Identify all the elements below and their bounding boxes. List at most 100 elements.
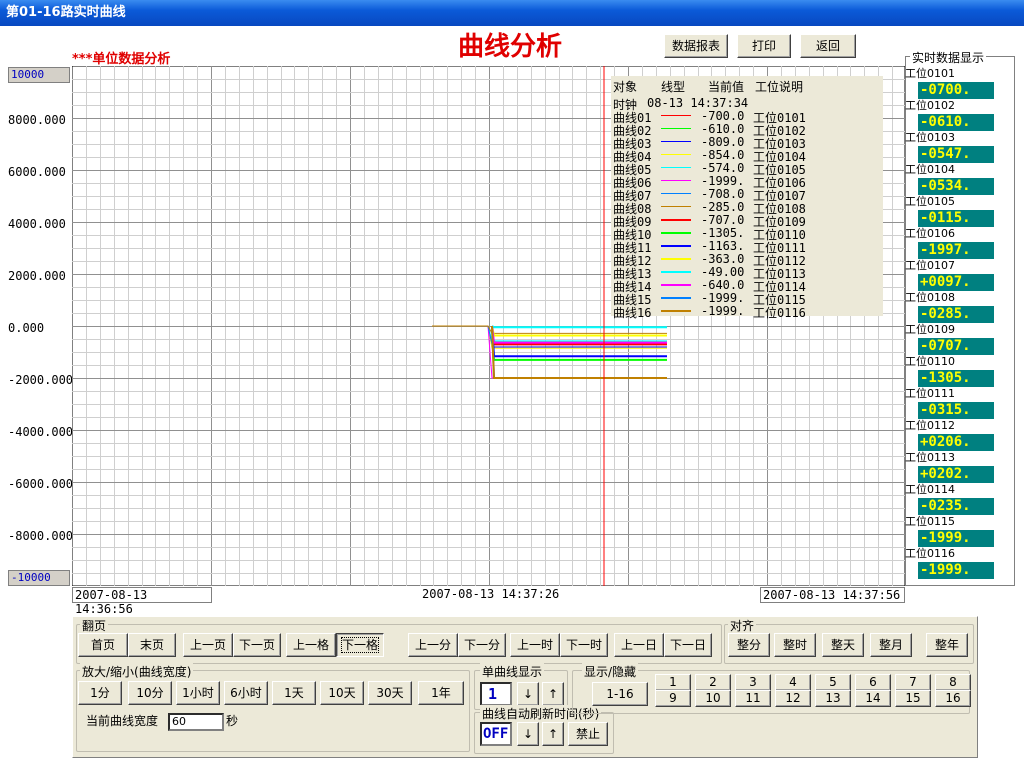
show-curve-1-button[interactable]: 1 bbox=[655, 674, 691, 691]
unit-subtitle: ***单位数据分析 bbox=[72, 52, 171, 67]
prev-minute-button[interactable]: 上一分 bbox=[408, 633, 458, 657]
show-curve-5-button[interactable]: 5 bbox=[815, 674, 851, 691]
legend-current-value: -1163. bbox=[701, 239, 745, 253]
show-curve-13-button[interactable]: 13 bbox=[815, 690, 851, 707]
realtime-station-label: 工位0101 bbox=[905, 67, 955, 80]
prev-cell-button[interactable]: 上一格 bbox=[286, 633, 336, 657]
show-curve-16-button[interactable]: 16 bbox=[935, 690, 971, 707]
legend-line-swatch bbox=[661, 193, 691, 194]
prev-hour-button[interactable]: 上一时 bbox=[510, 633, 560, 657]
show-curve-4-button[interactable]: 4 bbox=[775, 674, 811, 691]
realtime-station-label: 工位0113 bbox=[905, 451, 955, 464]
single-curve-up-button[interactable]: ↑ bbox=[542, 682, 564, 706]
legend-curve-name: 曲线16 bbox=[613, 306, 652, 320]
show-curve-9-button[interactable]: 9 bbox=[655, 690, 691, 707]
zoom-1min-button[interactable]: 1分 bbox=[78, 681, 122, 705]
realtime-station-label: 工位0115 bbox=[905, 515, 955, 528]
next-hour-button[interactable]: 下一时 bbox=[560, 633, 608, 657]
legend-line-swatch bbox=[661, 219, 691, 221]
legend-line-swatch bbox=[661, 310, 691, 312]
show-curve-14-button[interactable]: 14 bbox=[855, 690, 891, 707]
realtime-station-label: 工位0116 bbox=[905, 547, 955, 560]
y-tick-label: 2000.000 bbox=[8, 269, 66, 283]
legend-header-linetype: 线型 bbox=[661, 80, 686, 94]
next-cell-button[interactable]: 下一格 bbox=[336, 633, 384, 657]
align-minute-button[interactable]: 整分 bbox=[728, 633, 770, 657]
align-hour-button[interactable]: 整时 bbox=[774, 633, 816, 657]
zoom-1year-button[interactable]: 1年 bbox=[418, 681, 464, 705]
curve-width-label: 当前曲线宽度 bbox=[86, 714, 159, 728]
y-tick-label: -4000.000 bbox=[8, 425, 74, 439]
next-day-button[interactable]: 下一日 bbox=[664, 633, 712, 657]
window-title: 第01-16路实时曲线 bbox=[6, 5, 126, 20]
showhide-label: 显示/隐藏 bbox=[582, 663, 639, 680]
next-page-button[interactable]: 下一页 bbox=[233, 633, 281, 657]
show-curve-2-button[interactable]: 2 bbox=[695, 674, 731, 691]
curve-width-field[interactable]: 60 bbox=[168, 713, 224, 731]
refresh-stop-button[interactable]: 禁止 bbox=[568, 722, 608, 746]
single-curve-down-button[interactable]: ↓ bbox=[517, 682, 539, 706]
show-curve-11-button[interactable]: 11 bbox=[735, 690, 771, 707]
show-curve-12-button[interactable]: 12 bbox=[775, 690, 811, 707]
show-curve-8-button[interactable]: 8 bbox=[935, 674, 971, 691]
y-max-field[interactable]: 10000 bbox=[8, 67, 70, 83]
realtime-station-label: 工位0105 bbox=[905, 195, 955, 208]
next-minute-button[interactable]: 下一分 bbox=[458, 633, 506, 657]
align-day-button[interactable]: 整天 bbox=[822, 633, 864, 657]
legend-line-swatch bbox=[661, 167, 691, 168]
legend-current-value: -707.0 bbox=[701, 213, 745, 227]
zoom-30day-button[interactable]: 30天 bbox=[368, 681, 412, 705]
back-button[interactable]: 返回 bbox=[800, 34, 856, 58]
y-min-field[interactable]: -10000 bbox=[8, 570, 70, 586]
legend-current-value: -285.0 bbox=[701, 200, 745, 214]
legend-clock-value: 08-13 14:37:34 bbox=[647, 96, 749, 110]
y-tick-label: 0.000 bbox=[8, 321, 45, 335]
zoom-1day-button[interactable]: 1天 bbox=[272, 681, 316, 705]
legend-line-swatch bbox=[661, 284, 691, 286]
zoom-1hour-button[interactable]: 1小时 bbox=[176, 681, 220, 705]
legend-current-value: -363.0 bbox=[701, 252, 745, 266]
single-curve-field[interactable]: 1 bbox=[480, 682, 512, 706]
data-report-button[interactable]: 数据报表 bbox=[664, 34, 728, 58]
realtime-station-label: 工位0107 bbox=[905, 259, 955, 272]
time-end-label: 2007-08-13 14:37:56 bbox=[760, 587, 905, 603]
single-curve-label: 单曲线显示 bbox=[480, 663, 545, 680]
last-page-button[interactable]: 末页 bbox=[128, 633, 176, 657]
show-curve-3-button[interactable]: 3 bbox=[735, 674, 771, 691]
prev-page-button[interactable]: 上一页 bbox=[183, 633, 233, 657]
legend-current-value: -49.00 bbox=[701, 265, 745, 279]
showhide-all-button[interactable]: 1-16 bbox=[592, 682, 648, 706]
refresh-field[interactable]: OFF bbox=[480, 722, 512, 746]
legend-current-value: -708.0 bbox=[701, 187, 745, 201]
show-curve-6-button[interactable]: 6 bbox=[855, 674, 891, 691]
curve-width-unit: 秒 bbox=[226, 714, 239, 728]
zoom-10day-button[interactable]: 10天 bbox=[320, 681, 364, 705]
show-curve-15-button[interactable]: 15 bbox=[895, 690, 931, 707]
first-page-button[interactable]: 首页 bbox=[78, 633, 128, 657]
show-curve-7-button[interactable]: 7 bbox=[895, 674, 931, 691]
realtime-station-label: 工位0111 bbox=[905, 387, 955, 400]
realtime-station-label: 工位0110 bbox=[905, 355, 955, 368]
print-button[interactable]: 打印 bbox=[737, 34, 791, 58]
legend-current-value: -1305. bbox=[701, 226, 745, 240]
refresh-up-button[interactable]: ↑ bbox=[542, 722, 564, 746]
legend-line-swatch bbox=[661, 232, 691, 234]
realtime-station-label: 工位0104 bbox=[905, 163, 955, 176]
align-month-button[interactable]: 整月 bbox=[870, 633, 912, 657]
zoom-6hour-button[interactable]: 6小时 bbox=[224, 681, 268, 705]
align-year-button[interactable]: 整年 bbox=[926, 633, 968, 657]
prev-day-button[interactable]: 上一日 bbox=[614, 633, 664, 657]
legend-line-swatch bbox=[661, 206, 691, 207]
legend-header-station: 工位说明 bbox=[755, 80, 804, 94]
paging-label: 翻页 bbox=[80, 617, 109, 634]
legend-line-swatch bbox=[661, 297, 691, 299]
zoom-10min-button[interactable]: 10分 bbox=[128, 681, 172, 705]
realtime-station-label: 工位0108 bbox=[905, 291, 955, 304]
legend-current-value: -610.0 bbox=[701, 122, 745, 136]
refresh-down-button[interactable]: ↓ bbox=[517, 722, 539, 746]
legend-line-swatch bbox=[661, 115, 691, 116]
show-curve-10-button[interactable]: 10 bbox=[695, 690, 731, 707]
y-tick-label: -6000.000 bbox=[8, 477, 74, 491]
legend-line-swatch bbox=[661, 128, 691, 129]
realtime-station-label: 工位0103 bbox=[905, 131, 955, 144]
